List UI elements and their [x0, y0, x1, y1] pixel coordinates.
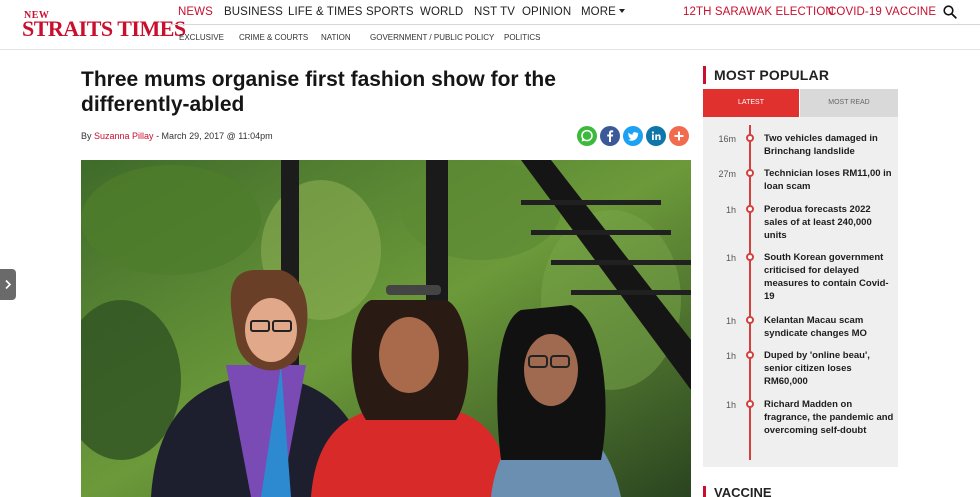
nav-business[interactable]: BUSINESS	[224, 6, 283, 18]
timeline-dot	[746, 169, 754, 177]
linkedin-share-button[interactable]	[646, 126, 666, 146]
vaccine-section-title: VACCINE	[703, 486, 772, 497]
tab-latest[interactable]: LATEST	[703, 89, 799, 117]
item-headline[interactable]: Kelantan Macau scam syndicate changes MO	[764, 314, 894, 340]
nav-more-label: MORE	[581, 6, 616, 18]
nav-sarawak-election[interactable]: 12TH SARAWAK ELECTION	[683, 6, 834, 18]
most-popular-title: MOST POPULAR	[703, 66, 829, 84]
nav-life-times[interactable]: LIFE & TIMES	[288, 6, 362, 18]
item-headline[interactable]: Two vehicles damaged in Brinchang landsl…	[764, 132, 894, 158]
item-headline[interactable]: South Korean government criticised for d…	[764, 251, 894, 303]
nav-news[interactable]: NEWS	[178, 6, 213, 18]
item-time: 1h	[725, 253, 736, 263]
nav-sports[interactable]: SPORTS	[366, 6, 414, 18]
twitter-icon	[628, 132, 639, 141]
nav-opinion[interactable]: OPINION	[522, 6, 571, 18]
site-logo[interactable]: NEW STRAITS TIMES	[22, 10, 186, 41]
article-photo	[81, 160, 691, 497]
plus-icon	[674, 131, 684, 141]
subnav-nation[interactable]: NATION	[321, 33, 351, 42]
timeline-dot	[746, 253, 754, 261]
item-time: 1h	[725, 351, 736, 361]
twitter-share-button[interactable]	[623, 126, 643, 146]
primary-nav: NEWS BUSINESS LIFE & TIMES SPORTS WORLD …	[170, 0, 980, 25]
timeline-dot	[746, 400, 754, 408]
publish-date: - March 29, 2017 @ 11:04pm	[153, 131, 273, 141]
article-headline: Three mums organise first fashion show f…	[81, 68, 556, 116]
search-icon[interactable]	[943, 5, 957, 19]
item-time: 16m	[718, 134, 736, 144]
item-time: 1h	[725, 316, 736, 326]
linkedin-icon	[651, 131, 661, 140]
nav-world[interactable]: WORLD	[420, 6, 463, 18]
nav-more[interactable]: MORE	[581, 6, 625, 18]
facebook-share-button[interactable]	[600, 126, 620, 146]
more-share-button[interactable]	[669, 126, 689, 146]
item-time: 1h	[725, 205, 736, 215]
timeline-dot	[746, 205, 754, 213]
sidebar-toggle-button[interactable]	[0, 269, 16, 300]
tab-most-read[interactable]: MOST READ	[800, 89, 898, 117]
item-headline[interactable]: Technician loses RM11,00 in loan scam	[764, 167, 894, 193]
article-byline: By Suzanna Pillay - March 29, 2017 @ 11:…	[81, 131, 273, 141]
whatsapp-icon	[581, 129, 593, 142]
subnav-crime-courts[interactable]: CRIME & COURTS	[239, 33, 308, 42]
whatsapp-share-button[interactable]	[577, 126, 597, 146]
item-headline[interactable]: Richard Madden on fragrance, the pandemi…	[764, 398, 894, 437]
site-header: NEW STRAITS TIMES NEWS BUSINESS LIFE & T…	[0, 0, 980, 50]
item-time: 1h	[725, 400, 736, 410]
subnav-exclusive[interactable]: EXCLUSIVE	[179, 33, 224, 42]
timeline-dot	[746, 351, 754, 359]
timeline-dot	[746, 316, 754, 324]
logo-big-text: STRAITS TIMES	[22, 16, 186, 41]
item-headline[interactable]: Duped by 'online beau', senior citizen l…	[764, 349, 894, 388]
item-headline[interactable]: Perodua forecasts 2022 sales of at least…	[764, 203, 894, 242]
facebook-icon	[607, 130, 614, 142]
nav-covid-vaccine[interactable]: COVID-19 VACCINE	[828, 6, 936, 18]
item-time: 27m	[718, 169, 736, 179]
subnav-government[interactable]: GOVERNMENT / PUBLIC POLICY	[370, 33, 494, 42]
subnav-politics[interactable]: POLITICS	[504, 33, 540, 42]
byline-prefix: By	[81, 131, 95, 141]
chevron-down-icon	[618, 9, 625, 13]
nav-nst-tv[interactable]: NST TV	[474, 6, 515, 18]
author-link[interactable]: Suzanna Pillay	[94, 131, 154, 141]
chevron-right-icon	[5, 279, 12, 290]
timeline-dot	[746, 134, 754, 142]
